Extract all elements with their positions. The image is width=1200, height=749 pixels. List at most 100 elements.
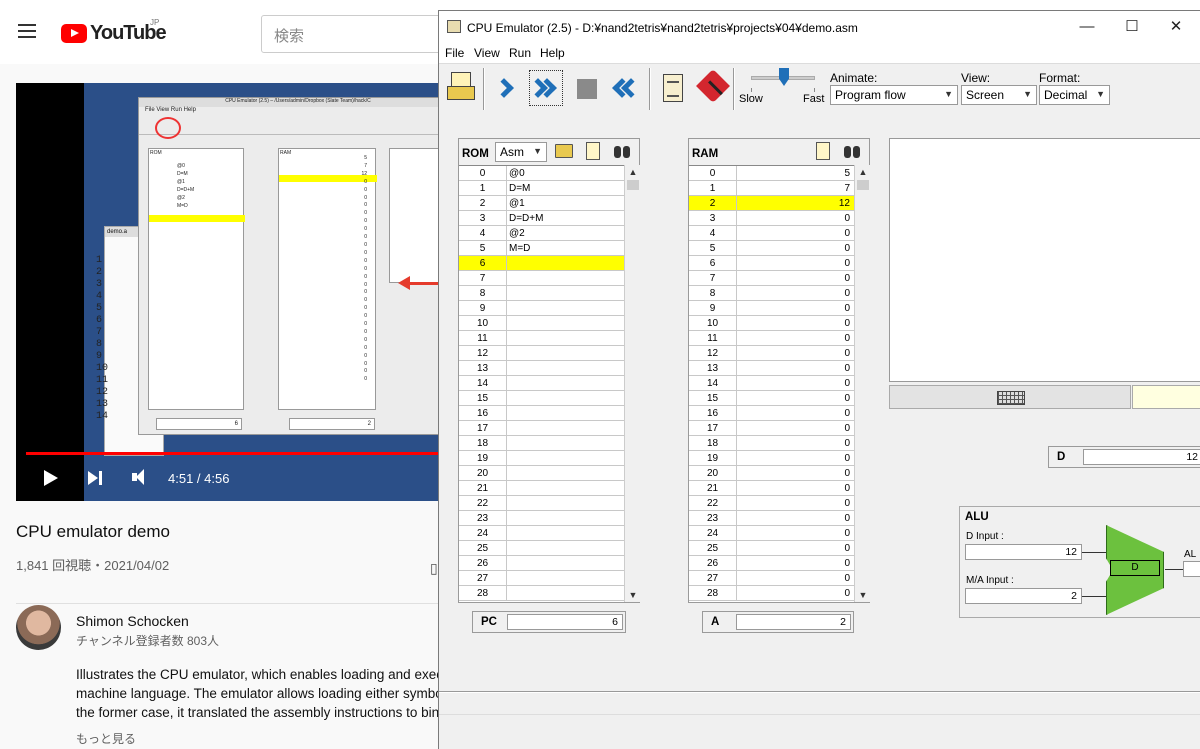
instruction-cell[interactable] [508, 451, 622, 466]
table-row[interactable]: 10 [459, 316, 624, 331]
menu-help[interactable]: Help [540, 46, 565, 60]
script-button[interactable] [655, 70, 689, 106]
value-cell[interactable]: 0 [738, 226, 852, 241]
table-row[interactable]: 30 [689, 211, 854, 226]
value-cell[interactable]: 0 [738, 421, 852, 436]
minimize-icon[interactable]: — [1077, 17, 1097, 37]
table-row[interactable]: 16 0 [689, 406, 854, 421]
table-row[interactable]: 05 [689, 166, 854, 181]
maximize-icon[interactable]: ☐ [1122, 17, 1142, 37]
table-row[interactable]: 1 D=M [459, 181, 624, 196]
value-cell[interactable]: 7 [738, 181, 852, 196]
value-cell[interactable]: 0 [738, 346, 852, 361]
table-row[interactable]: 11 0 [689, 331, 854, 346]
table-row[interactable]: 22 0 [689, 496, 854, 511]
single-step-button[interactable] [491, 70, 525, 106]
rom-scrollbar[interactable]: ▲ ▼ [624, 165, 640, 602]
table-row[interactable]: 6 [459, 256, 624, 271]
table-row[interactable]: 13 [459, 361, 624, 376]
pc-field[interactable]: 6 [507, 614, 623, 630]
table-row[interactable]: 15 [459, 391, 624, 406]
table-row[interactable]: 24 0 [689, 526, 854, 541]
reset-button[interactable] [609, 70, 643, 106]
keyboard-field[interactable] [1132, 385, 1200, 409]
menu-view[interactable]: View [474, 46, 500, 60]
table-row[interactable]: 19 [459, 451, 624, 466]
table-row[interactable]: 20 0 [689, 466, 854, 481]
table-row[interactable]: 26 0 [689, 556, 854, 571]
ram-table[interactable]: 0 5 1 7 2 12 3 0 4 0 5 0 6 0 7 0 8 0 9 0 10 0 11 0 12 0 13 0 14 0 15 0 1… [689, 165, 854, 602]
scroll-down-icon[interactable]: ▼ [855, 588, 871, 602]
value-cell[interactable]: 0 [738, 556, 852, 571]
table-row[interactable]: 60 [689, 256, 854, 271]
scroll-up-icon[interactable]: ▲ [855, 165, 871, 179]
binoculars-icon[interactable] [843, 142, 861, 160]
value-cell[interactable]: 0 [738, 451, 852, 466]
breakpoints-button[interactable] [695, 69, 730, 106]
instruction-cell[interactable] [508, 376, 622, 391]
instruction-cell[interactable] [508, 421, 622, 436]
value-cell[interactable]: 0 [738, 526, 852, 541]
table-row[interactable]: 2 12 [689, 196, 854, 211]
keyboard-bar[interactable] [889, 385, 1131, 409]
d-field[interactable]: 12 [1083, 449, 1200, 465]
table-row[interactable]: 18 0 [689, 436, 854, 451]
value-cell[interactable]: 0 [738, 406, 852, 421]
table-row[interactable]: 12 [459, 346, 624, 361]
like-icon[interactable]: ▯ [430, 560, 438, 577]
value-cell[interactable]: 0 [738, 316, 852, 331]
value-cell[interactable]: 0 [738, 511, 852, 526]
instruction-cell[interactable] [508, 286, 622, 301]
scroll-up-icon[interactable]: ▲ [625, 165, 641, 179]
value-cell[interactable]: 0 [738, 436, 852, 451]
table-row[interactable]: 24 [459, 526, 624, 541]
instruction-cell[interactable] [508, 436, 622, 451]
instruction-cell[interactable]: @0 [508, 166, 622, 181]
instruction-cell[interactable]: @2 [508, 226, 622, 241]
scroll-thumb[interactable] [857, 180, 869, 190]
instruction-cell[interactable] [508, 466, 622, 481]
table-row[interactable]: 17 0 [689, 421, 854, 436]
volume-icon[interactable] [130, 462, 154, 494]
instruction-cell[interactable] [508, 331, 622, 346]
keyboard-icon[interactable] [997, 391, 1025, 405]
instruction-cell[interactable] [508, 481, 622, 496]
scroll-thumb[interactable] [627, 180, 639, 190]
table-row[interactable]: 26 [459, 556, 624, 571]
instruction-cell[interactable]: M=D [508, 241, 622, 256]
table-row[interactable]: 27 0 [689, 571, 854, 586]
value-cell[interactable]: 0 [738, 481, 852, 496]
instruction-cell[interactable]: D=D+M [508, 211, 622, 226]
value-cell[interactable]: 0 [738, 586, 852, 601]
instruction-cell[interactable] [508, 256, 622, 271]
table-row[interactable]: 15 0 [689, 391, 854, 406]
table-row[interactable]: 22 [459, 496, 624, 511]
table-row[interactable]: 50 [689, 241, 854, 256]
a-field[interactable]: 2 [736, 614, 851, 630]
instruction-cell[interactable] [508, 556, 622, 571]
instruction-cell[interactable] [508, 586, 622, 601]
table-row[interactable]: 10 0 [689, 316, 854, 331]
table-row[interactable]: 11 [459, 331, 624, 346]
table-row[interactable]: 18 [459, 436, 624, 451]
table-row[interactable]: 5 M=D [459, 241, 624, 256]
table-row[interactable]: 25 0 [689, 541, 854, 556]
instruction-cell[interactable] [508, 571, 622, 586]
load-rom-folder-icon[interactable] [555, 144, 573, 158]
table-row[interactable]: 17 [459, 421, 624, 436]
instruction-cell[interactable] [508, 391, 622, 406]
new-document-icon[interactable] [816, 142, 830, 160]
table-row[interactable]: 17 [689, 181, 854, 196]
table-row[interactable]: 40 [689, 226, 854, 241]
stop-button[interactable] [569, 70, 603, 106]
video-progress-bar[interactable] [26, 452, 446, 455]
table-row[interactable]: 13 0 [689, 361, 854, 376]
instruction-cell[interactable] [508, 361, 622, 376]
value-cell[interactable]: 5 [738, 166, 852, 181]
instruction-cell[interactable] [508, 511, 622, 526]
menu-run[interactable]: Run [509, 46, 531, 60]
table-row[interactable]: 21 0 [689, 481, 854, 496]
channel-avatar[interactable] [16, 605, 61, 650]
instruction-cell[interactable] [508, 496, 622, 511]
load-program-button[interactable] [445, 70, 479, 106]
